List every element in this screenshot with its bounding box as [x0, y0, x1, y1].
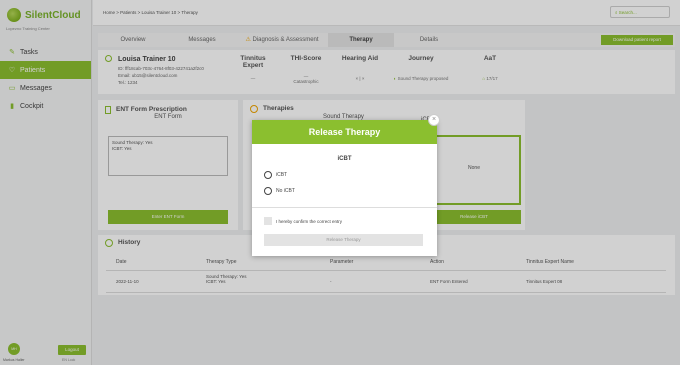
radio-icon[interactable] [264, 187, 272, 195]
confirm-checkbox-row[interactable]: I hereby confirm the correct entry [264, 217, 342, 225]
modal-subtitle: iCBT [337, 156, 352, 162]
release-therapy-modal: Release Therapy iCBT iCBT No iCBT I here… [252, 120, 437, 256]
confirm-checkbox[interactable] [264, 217, 272, 225]
radio-label: No iCBT [276, 188, 295, 194]
modal-title: Release Therapy [252, 120, 437, 144]
close-icon[interactable]: × [428, 114, 440, 126]
radio-label: iCBT [276, 172, 288, 178]
divider [252, 207, 437, 208]
radio-option-icbt[interactable]: iCBT [264, 171, 287, 179]
radio-icon[interactable] [264, 171, 272, 179]
confirm-label: I hereby confirm the correct entry [276, 218, 343, 224]
release-therapy-button[interactable]: Release Therapy [264, 234, 423, 246]
radio-option-no-icbt[interactable]: No iCBT [264, 187, 295, 195]
